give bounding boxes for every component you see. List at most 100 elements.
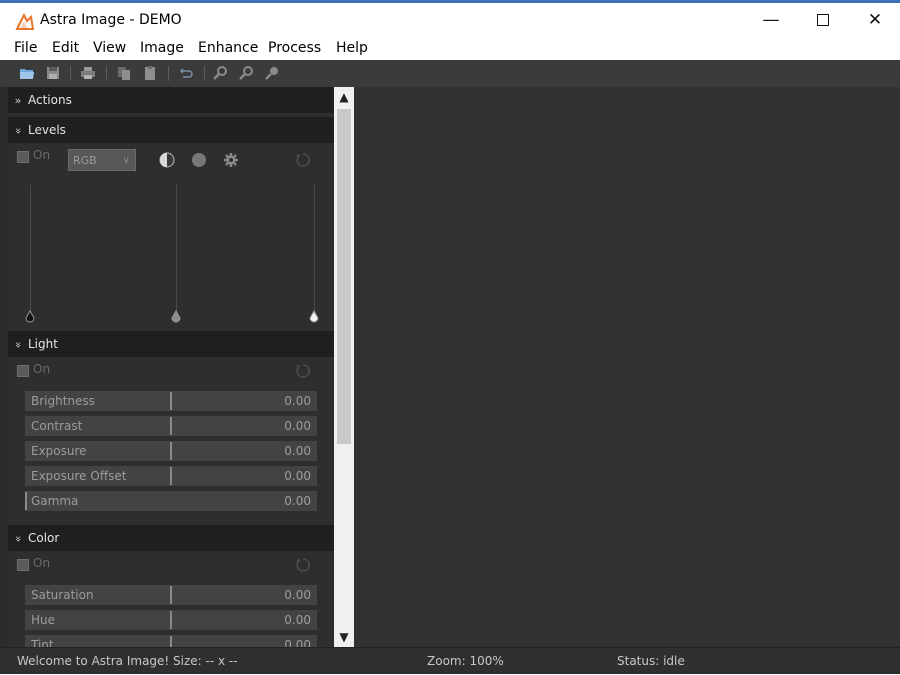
color-circle-icon[interactable]	[191, 152, 207, 168]
slider-value: 0.00	[284, 469, 311, 483]
slider-label: Exposure	[31, 444, 87, 458]
menu-view[interactable]: View	[93, 40, 126, 56]
collapse-chevron-icon: »	[12, 127, 25, 135]
section-title: Light	[28, 337, 58, 351]
slider-value: 0.00	[284, 394, 311, 408]
color-on-checkbox[interactable]	[17, 559, 29, 571]
slider-value: 0.00	[284, 613, 311, 627]
slider-handle[interactable]	[170, 586, 172, 604]
scroll-up-button[interactable]: ▲	[334, 87, 354, 107]
exposure-offset-slider[interactable]: Exposure Offset 0.00	[25, 466, 317, 486]
reset-icon[interactable]	[295, 557, 311, 573]
window-title: Astra Image - DEMO	[40, 12, 182, 28]
scroll-thumb[interactable]	[337, 109, 351, 444]
status-bar: Welcome to Astra Image! Size: -- x -- Zo…	[0, 647, 900, 674]
contrast-slider[interactable]: Contrast 0.00	[25, 416, 317, 436]
print-icon[interactable]	[80, 65, 96, 81]
tint-slider[interactable]: Tint 0.00	[25, 635, 317, 647]
slider-handle[interactable]	[170, 442, 172, 460]
save-icon[interactable]	[45, 65, 61, 81]
slider-label: Gamma	[31, 494, 79, 508]
gear-icon[interactable]	[223, 152, 239, 168]
status-state: Status: idle	[617, 654, 685, 668]
paste-icon[interactable]	[142, 65, 158, 81]
light-section-body: On Brightness 0.00 Contrast 0.00 Exposur…	[8, 357, 334, 525]
color-on-label: On	[33, 556, 51, 570]
toolbar-separator	[70, 66, 71, 81]
levels-on-checkbox[interactable]	[17, 151, 29, 163]
contrast-icon[interactable]	[159, 152, 175, 168]
slider-label: Contrast	[31, 419, 83, 433]
slider-handle[interactable]	[170, 392, 172, 410]
slider-label: Exposure Offset	[31, 469, 127, 483]
midpoint-handle[interactable]	[170, 310, 182, 325]
zoom-out-icon[interactable]	[238, 65, 254, 81]
black-point-handle[interactable]	[24, 310, 36, 325]
zoom-fit-icon[interactable]	[264, 65, 280, 81]
gamma-slider[interactable]: Gamma 0.00	[25, 491, 317, 511]
menu-bar: File Edit View Image Enhance Process Hel…	[0, 38, 900, 60]
slider-label: Hue	[31, 613, 56, 627]
reset-icon[interactable]	[295, 152, 311, 168]
menu-enhance[interactable]: Enhance	[198, 40, 258, 56]
close-button[interactable]: ✕	[852, 3, 898, 39]
slider-value: 0.00	[284, 588, 311, 602]
collapse-chevron-icon: »	[12, 341, 25, 349]
slider-handle[interactable]	[170, 636, 172, 647]
midpoint-track	[176, 185, 177, 313]
zoom-in-icon[interactable]	[212, 65, 228, 81]
scroll-down-button[interactable]: ▼	[334, 627, 354, 647]
menu-edit[interactable]: Edit	[52, 40, 79, 56]
hue-slider[interactable]: Hue 0.00	[25, 610, 317, 630]
menu-file[interactable]: File	[14, 40, 37, 56]
collapse-chevron-icon: »	[12, 535, 25, 543]
maximize-button[interactable]	[800, 3, 846, 39]
slider-handle[interactable]	[170, 467, 172, 485]
levels-channel-select[interactable]: RGB ∨	[68, 149, 136, 171]
white-point-track	[314, 185, 315, 313]
toolbar-separator	[204, 66, 205, 81]
saturation-slider[interactable]: Saturation 0.00	[25, 585, 317, 605]
section-header-actions[interactable]: » Actions	[8, 87, 334, 113]
slider-handle[interactable]	[170, 417, 172, 435]
undo-icon[interactable]	[178, 65, 194, 81]
toolbar-separator	[106, 66, 107, 81]
minimize-button[interactable]: —	[748, 3, 794, 39]
levels-section-body: On RGB ∨	[8, 143, 334, 331]
slider-handle[interactable]	[25, 492, 27, 510]
status-welcome: Welcome to Astra Image! Size: -- x --	[17, 654, 238, 668]
section-header-levels[interactable]: » Levels	[8, 117, 334, 143]
color-section-body: On Saturation 0.00 Hue 0.00 Tint 0.00	[8, 551, 334, 647]
menu-image[interactable]: Image	[140, 40, 184, 56]
slider-value: 0.00	[284, 494, 311, 508]
channel-value: RGB	[73, 154, 97, 167]
panel-scrollbar[interactable]: ▲ ▼	[334, 87, 354, 647]
section-header-color[interactable]: » Color	[8, 525, 334, 551]
menu-help[interactable]: Help	[336, 40, 368, 56]
reset-icon[interactable]	[295, 363, 311, 379]
astra-logo-icon	[15, 12, 35, 30]
brightness-slider[interactable]: Brightness 0.00	[25, 391, 317, 411]
minimize-icon: —	[762, 10, 780, 30]
menu-process[interactable]: Process	[268, 40, 321, 56]
chevron-down-icon: ∨	[122, 155, 130, 166]
copy-icon[interactable]	[116, 65, 132, 81]
app-window: Astra Image - DEMO — ✕ File Edit View Im…	[0, 0, 900, 674]
toolbar	[0, 60, 900, 87]
slider-label: Saturation	[31, 588, 94, 602]
exposure-slider[interactable]: Exposure 0.00	[25, 441, 317, 461]
image-canvas[interactable]	[354, 87, 900, 647]
white-point-handle[interactable]	[308, 310, 320, 325]
slider-handle[interactable]	[170, 611, 172, 629]
section-header-light[interactable]: » Light	[8, 331, 334, 357]
black-point-track	[30, 185, 31, 313]
maximize-icon	[817, 14, 829, 26]
open-folder-icon[interactable]	[19, 65, 35, 81]
section-title: Levels	[28, 123, 66, 137]
slider-label: Brightness	[31, 394, 95, 408]
slider-value: 0.00	[284, 444, 311, 458]
light-on-checkbox[interactable]	[17, 365, 29, 377]
section-title: Color	[28, 531, 60, 545]
levels-on-label: On	[33, 148, 51, 162]
dock-edge	[0, 87, 8, 647]
